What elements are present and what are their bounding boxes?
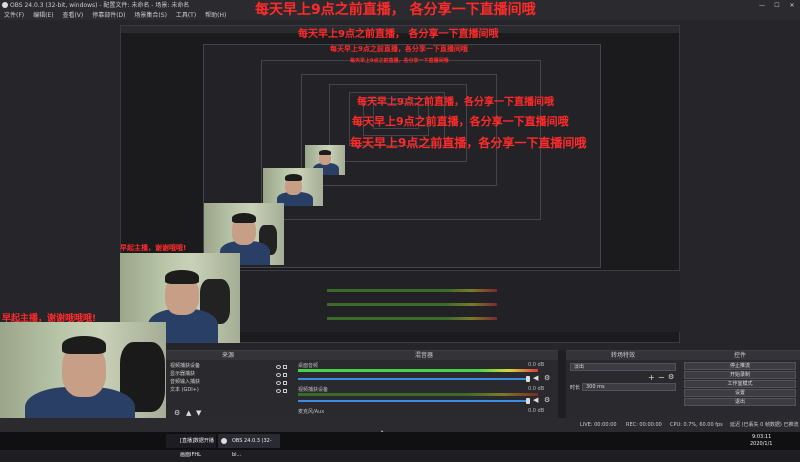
eye-icon[interactable] <box>276 365 281 369</box>
taskbar-item-obs[interactable]: OBS 24.0.3 (32-bi... <box>218 434 280 458</box>
mixer-channel-db: 0.0 dB <box>528 386 545 392</box>
menu-help[interactable]: 帮助(H) <box>205 11 226 20</box>
source-item[interactable]: 显示器捕获 <box>170 371 195 378</box>
nested-meter <box>327 317 497 320</box>
up-icon[interactable]: ▲ <box>186 409 191 417</box>
settings-button[interactable]: 设置 <box>684 389 796 397</box>
menu-view[interactable]: 查看(V) <box>62 11 83 20</box>
banner-text: 每天早上9点之前直播，各分享一下直播间哦 <box>352 115 569 128</box>
webcam-feed <box>263 168 323 206</box>
eye-icon[interactable] <box>276 381 281 385</box>
mixer-channel-name: 麦克风/Aux <box>298 409 325 415</box>
taskbar-item-label: [直播]数据开播画面IFHL <box>180 438 214 458</box>
lock-icon[interactable] <box>283 373 287 377</box>
source-item[interactable]: 视频捕获设备 <box>170 363 200 370</box>
mixer-channel-name: 视频捕获设备 <box>298 387 329 393</box>
banner-text: 每天早上9点之前直播， 各分享一下直播间哦 <box>255 2 536 18</box>
lock-icon[interactable] <box>283 365 287 369</box>
mixer-dock-title: 混音器 <box>290 351 558 360</box>
speaker-icon[interactable]: ◀ <box>533 396 538 404</box>
cpu-usage: CPU: 0.7%, 60.00 fps <box>670 422 723 428</box>
obs-icon <box>221 438 227 444</box>
nested-meter <box>327 303 497 306</box>
sources-dock-title: 来源 <box>166 351 290 360</box>
menu-scene-collection[interactable]: 场景集合(S) <box>134 11 167 20</box>
banner-text: 每天早上9点之前直播，各分享一下直播间哦 <box>357 97 554 108</box>
speaker-icon[interactable]: ◀ <box>533 374 538 382</box>
minus-icon[interactable]: − <box>658 373 665 382</box>
audio-meter <box>298 393 538 396</box>
nested-meter <box>327 289 497 292</box>
taskbar-item-label: OBS 24.0.3 (32-bi... <box>232 438 272 458</box>
webcam-feed <box>0 322 166 432</box>
mixer-channel-name: 桌面音频 <box>298 363 319 369</box>
taskbar-item[interactable]: [直播]数据开播画面IFHL <box>166 434 216 458</box>
lock-icon[interactable] <box>283 381 287 385</box>
transitions-dock-title: 转场特效 <box>566 351 680 360</box>
gear-icon[interactable]: ⚙ <box>544 374 550 382</box>
transitions-dock: 转场特效 淡出 + − ⚙ 时长 300 ms <box>566 350 680 418</box>
duration-input[interactable]: 300 ms <box>582 383 676 391</box>
nested-docks <box>237 270 680 332</box>
gear-icon[interactable]: ⚙ <box>544 396 550 404</box>
menu-docks[interactable]: 停靠部件(D) <box>92 11 125 20</box>
stream-status: 延迟 (已丢失 0 帧数据) 已推流 <box>730 422 799 428</box>
mixer-dock: 混音器 桌面音频 0.0 dB ◀ ⚙ 视频捕获设备 0.0 dB ◀ ⚙ 麦克… <box>290 350 558 418</box>
mixer-channel-db: 0.0 dB <box>528 408 545 414</box>
obs-icon <box>2 2 8 8</box>
plus-icon[interactable]: + <box>648 373 655 382</box>
exit-button[interactable]: 退出 <box>684 398 796 406</box>
controls-dock-title: 控件 <box>680 351 800 360</box>
lock-icon[interactable] <box>283 389 287 393</box>
minimize-button[interactable]: — <box>755 0 769 11</box>
taskbar: [直播]数据开播画面IFHL OBS 24.0.3 (32-bi... 9:03… <box>0 432 800 458</box>
mixer-channel-db: 0.0 dB <box>528 362 545 368</box>
banner-text: 每天早上9点之前直播，各分享一下直播间哦 <box>350 58 449 64</box>
eye-icon[interactable] <box>276 389 281 393</box>
volume-fader[interactable] <box>298 400 528 402</box>
banner-text: 每天早上9点之前直播，各分享一下直播间哦 <box>330 45 468 53</box>
stop-streaming-button[interactable]: 停止推流 <box>684 362 796 370</box>
live-timer: LIVE: 00:00:00 <box>580 422 617 428</box>
eye-icon[interactable] <box>276 373 281 377</box>
banner-text: 每天早上9点之前直播， 各分享一下直播间哦 <box>298 29 499 40</box>
banner-text: 每天早上9点之前直播，各分享一下直播间哦 <box>350 136 587 150</box>
gear-icon[interactable]: ⚙ <box>668 373 674 381</box>
menu-edit[interactable]: 编辑(E) <box>33 11 53 20</box>
clock-time: 9:03:11 <box>752 434 772 440</box>
start-recording-button[interactable]: 开始录制 <box>684 371 796 379</box>
gear-icon[interactable]: ⚙ <box>174 409 180 417</box>
fader-knob[interactable] <box>526 376 530 382</box>
rec-timer: REC: 00:00:00 <box>626 422 662 428</box>
transition-select[interactable]: 淡出 <box>570 363 676 371</box>
webcam-caption: 早起主播，谢谢哦哦! <box>120 244 187 252</box>
sources-dock: 来源 视频捕获设备 显示器捕获 音频输入捕获 文本 (GDI+) ⚙ ▲ ▼ <box>166 350 290 418</box>
volume-fader[interactable] <box>298 378 528 380</box>
source-item[interactable]: 文本 (GDI+) <box>170 387 199 394</box>
window-title: OBS 24.0.3 (32-bit, windows) - 配置文件: 未命名… <box>10 2 190 9</box>
audio-meter <box>298 369 538 372</box>
status-bar: LIVE: 00:00:00 REC: 00:00:00 CPU: 0.7%, … <box>0 418 800 432</box>
close-button[interactable]: ✕ <box>785 0 799 11</box>
down-icon[interactable]: ▼ <box>196 409 201 417</box>
menu-file[interactable]: 文件(F) <box>4 11 24 20</box>
clock-date: 2020/1/1 <box>750 441 773 447</box>
fader-knob[interactable] <box>526 398 530 404</box>
studio-mode-button[interactable]: 工作室模式 <box>684 380 796 388</box>
menu-tools[interactable]: 工具(T) <box>176 11 196 20</box>
maximize-button[interactable]: ☐ <box>770 0 784 11</box>
duration-label: 时长 <box>570 385 581 391</box>
source-item[interactable]: 音频输入捕获 <box>170 379 200 386</box>
controls-dock: 控件 停止推流 开始录制 工作室模式 设置 退出 <box>680 350 800 418</box>
